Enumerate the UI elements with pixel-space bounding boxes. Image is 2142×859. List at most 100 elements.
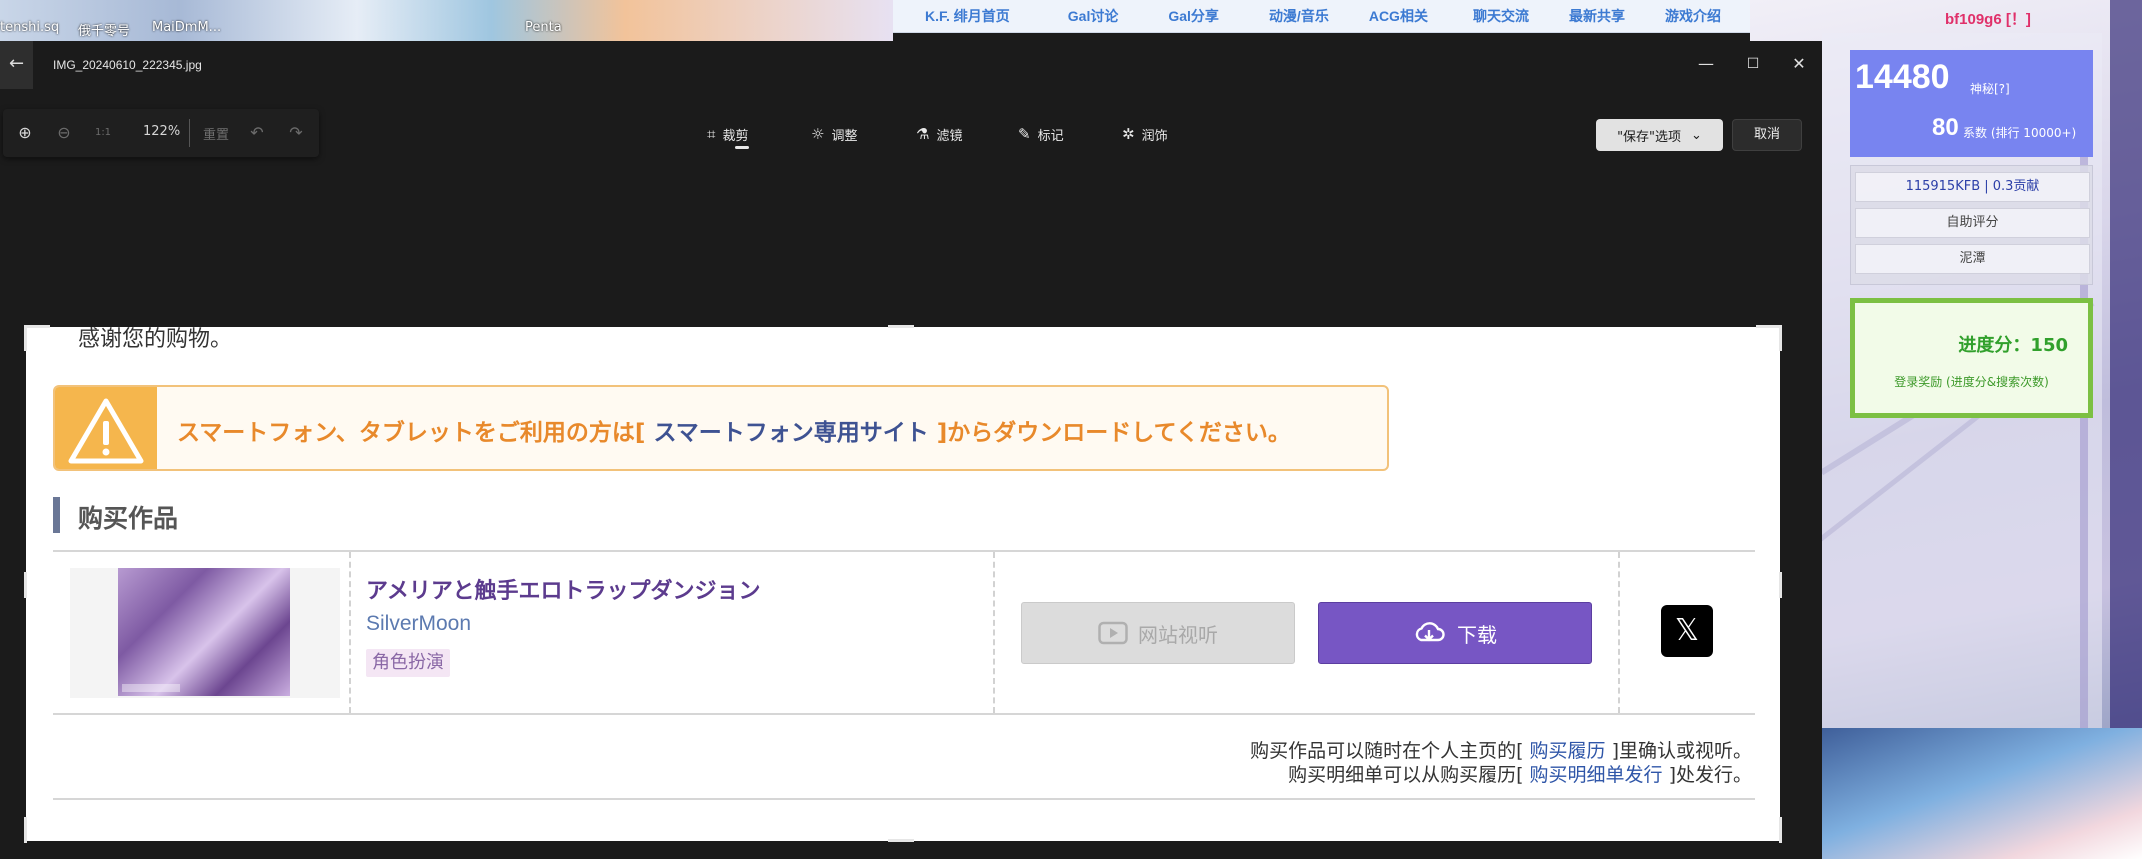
zoom-level[interactable]: 122% xyxy=(143,124,180,139)
screen: tenshi.sq 俄千零号 MaiDmM... Penta K.F. 绯月首页… xyxy=(0,0,2142,859)
username-link[interactable]: bf109g6 [！] xyxy=(1945,8,2031,29)
score-value: 14480 xyxy=(1855,58,1950,96)
tab-markup[interactable]: ✎ 标记 xyxy=(1018,121,1064,147)
tab-filter[interactable]: ⚗ 滤镜 xyxy=(916,121,962,147)
zoom-out-icon[interactable]: ⊖ xyxy=(52,121,76,145)
notice-prefix: スマートフォン、タブレットをご利用の方は[ xyxy=(177,420,646,446)
receipt-issue-link: 购买明细单发行 xyxy=(1523,764,1669,786)
retouch-icon: ✲ xyxy=(1122,125,1135,143)
purchase-history-link: 购买履历 xyxy=(1523,740,1612,762)
score-box: 14480 神秘[?] 80 系数 (排行 10000+) xyxy=(1850,50,2093,157)
desktop-label: 俄千零号 xyxy=(78,24,131,39)
nav-gal-discuss[interactable]: Gal讨论 xyxy=(1068,6,1119,26)
column-divider xyxy=(1618,552,1620,713)
close-icon: ✕ xyxy=(1792,54,1806,73)
close-button[interactable]: ✕ xyxy=(1784,49,1814,79)
zoom-group: ⊕ ⊖ 1:1 122% 重置 ↶ ↷ xyxy=(3,109,319,157)
footer-line-1: 购买作品可以随时在个人主页的[ 购买履历 ]里确认或视听。 xyxy=(1250,736,1752,763)
nav-acg[interactable]: ACG相关 xyxy=(1369,6,1428,26)
notice-text: スマートフォン、タブレットをご利用の方は[ スマートフォン専用サイト ]からダウ… xyxy=(177,413,1291,447)
maximize-icon: ☐ xyxy=(1746,56,1760,72)
crop-icon: ⌗ xyxy=(707,125,716,143)
footer-line-2: 购买明细单可以从购买履历[ 购买明细单发行 ]处发行。 xyxy=(1288,760,1752,787)
footer-divider xyxy=(53,798,1755,800)
maximize-button[interactable]: ☐ xyxy=(1738,49,1768,79)
x-share-icon: 𝕏 xyxy=(1661,605,1713,657)
progress-box: 进度分：150 登录奖励 (进度分&搜索次数) xyxy=(1850,298,2093,418)
tab-retouch-label: 润饰 xyxy=(1141,128,1168,144)
edited-image[interactable]: 感谢您的购物。 スマートフォン、タブレットをご利用の方は[ スマートフォン専用サ… xyxy=(26,327,1780,841)
login-reward-link[interactable]: 登录奖励 (进度分&搜索次数) xyxy=(1855,373,2088,390)
kfb-balance[interactable]: 115915KFB | 0.3贡献 xyxy=(1855,172,2090,202)
genre-tag: 角色扮演 xyxy=(366,649,450,677)
coefficient-rank: 系数 (排行 10000+) xyxy=(1963,126,2077,140)
crop-handle-top-right[interactable] xyxy=(1779,325,1782,351)
minimize-icon: — xyxy=(1698,54,1714,73)
score-label[interactable]: 神秘[?] xyxy=(1970,80,2010,97)
reset-button[interactable]: 重置 xyxy=(203,124,229,143)
site-view-label: 网站视听 xyxy=(1138,622,1218,647)
crop-handle-bottom[interactable] xyxy=(888,839,914,842)
tab-retouch[interactable]: ✲ 润饰 xyxy=(1122,121,1168,147)
back-button[interactable]: ← xyxy=(0,41,33,89)
crop-handle-top[interactable] xyxy=(888,325,914,328)
save-options-label: "保存"选项 xyxy=(1617,129,1682,145)
tab-crop[interactable]: ⌗ 裁剪 xyxy=(707,121,748,147)
circle-name: SilverMoon xyxy=(366,612,472,635)
minimize-button[interactable]: — xyxy=(1691,49,1721,79)
self-rating-button[interactable]: 自助评分 xyxy=(1855,208,2090,238)
crop-handle-left[interactable] xyxy=(24,572,27,598)
nav-game-intro[interactable]: 游戏介绍 xyxy=(1665,6,1721,26)
crop-handle-right[interactable] xyxy=(1779,572,1782,598)
redo-icon[interactable]: ↷ xyxy=(284,121,308,145)
footer1-suffix: ]里确认或视听。 xyxy=(1611,740,1752,762)
download-button: 下载 xyxy=(1318,602,1592,664)
background-desktop-strip: tenshi.sq 俄千零号 MaiDmM... Penta xyxy=(0,0,893,41)
nav-home[interactable]: K.F. 绯月首页 xyxy=(925,6,1010,26)
pen-icon: ✎ xyxy=(1018,125,1031,143)
active-tab-indicator xyxy=(735,146,749,149)
crop-handle-top-left[interactable] xyxy=(24,325,50,328)
smartphone-notice: スマートフォン、タブレットをご利用の方は[ スマートフォン専用サイト ]からダウ… xyxy=(53,385,1389,471)
crop-handle-top-left[interactable] xyxy=(24,325,27,351)
site-top-nav: K.F. 绯月首页 Gal讨论 Gal分享 动漫/音乐 ACG相关 聊天交流 最… xyxy=(893,0,1750,33)
desktop-label: MaiDmM... xyxy=(152,20,222,35)
background-artwork-bottom xyxy=(1822,728,2142,859)
back-arrow-icon: ← xyxy=(8,53,25,74)
save-options-button[interactable]: "保存"选项 ⌄ xyxy=(1596,119,1723,151)
edit-toolbar: ⊕ ⊖ 1:1 122% 重置 ↶ ↷ ⌗ 裁剪 ☼ 调整 ⚗ 滤镜 ✎ 标记 … xyxy=(0,109,1822,157)
table-border-top xyxy=(53,550,1755,552)
coefficient-value: 80 xyxy=(1932,114,1959,141)
warning-box xyxy=(55,387,157,469)
work-thumbnail xyxy=(118,568,290,696)
crop-handle-bottom-right[interactable] xyxy=(1779,817,1782,843)
nav-anime-music[interactable]: 动漫/音乐 xyxy=(1269,6,1329,26)
zoom-in-icon[interactable]: ⊕ xyxy=(13,121,37,145)
crop-handle-bottom-left[interactable] xyxy=(24,817,27,843)
section-title: 购买作品 xyxy=(78,504,179,533)
toolbar-divider xyxy=(189,119,190,147)
desktop-label: tenshi.sq xyxy=(0,20,60,35)
tab-adjust[interactable]: ☼ 调整 xyxy=(811,121,857,147)
table-border-bottom xyxy=(53,713,1755,715)
work-title: アメリアと触手エロトラップダンジョン xyxy=(366,579,761,604)
nav-gal-share[interactable]: Gal分享 xyxy=(1168,6,1219,26)
chevron-down-icon: ⌄ xyxy=(1691,127,1702,143)
play-icon xyxy=(1098,621,1128,645)
smartphone-site-link: スマートフォン専用サイト xyxy=(645,420,937,446)
download-label: 下载 xyxy=(1457,622,1497,647)
column-divider xyxy=(349,552,351,713)
desktop-label: Penta xyxy=(525,20,562,35)
nav-chat[interactable]: 聊天交流 xyxy=(1473,6,1529,26)
mud-pit-link[interactable]: 泥潭 xyxy=(1855,244,2090,274)
thanks-text: 感谢您的购物。 xyxy=(78,327,233,352)
nav-latest-share[interactable]: 最新共享 xyxy=(1569,6,1625,26)
undo-icon[interactable]: ↶ xyxy=(245,121,269,145)
account-info-box: 115915KFB | 0.3贡献 自助评分 泥潭 xyxy=(1850,165,2093,285)
footer2-prefix: 购买明细单可以从购买履历[ xyxy=(1288,764,1524,786)
brightness-icon: ☼ xyxy=(811,125,825,143)
actual-size-icon[interactable]: 1:1 xyxy=(91,121,115,145)
warning-icon xyxy=(68,398,144,464)
cancel-button[interactable]: 取消 xyxy=(1732,119,1802,151)
filter-icon: ⚗ xyxy=(916,125,930,143)
